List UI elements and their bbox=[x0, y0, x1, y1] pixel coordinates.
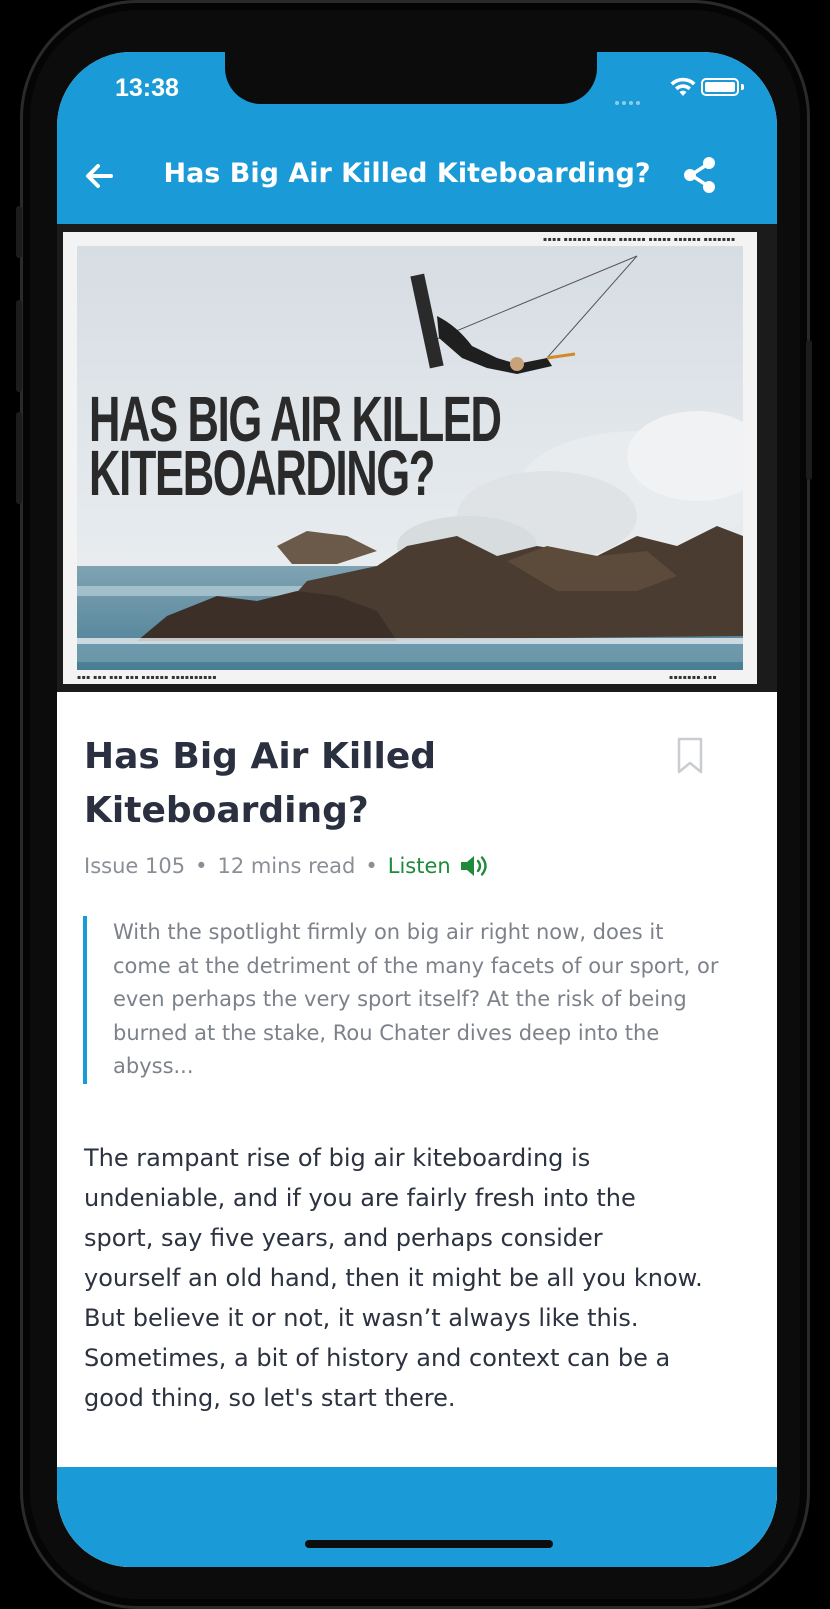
article-standfirst-quote: With the spotlight firmly on big air rig… bbox=[83, 916, 723, 1084]
article-title: Has Big Air Killed Kiteboarding? bbox=[84, 736, 437, 831]
hero-headline: HAS BIG AIR KILLED KITEBOARDING? bbox=[89, 383, 502, 509]
listen-button[interactable]: Listen bbox=[388, 854, 491, 878]
home-indicator[interactable] bbox=[305, 1540, 553, 1548]
bottom-bar bbox=[57, 1467, 777, 1567]
battery-icon bbox=[701, 78, 739, 96]
app-bar-title: Has Big Air Killed Kiteboarding? bbox=[163, 158, 651, 189]
article-card: Has Big Air Killed Kiteboarding? Issue 1… bbox=[57, 692, 777, 1469]
silent-switch bbox=[16, 206, 22, 258]
magazine-footer-right: ▪▪▪▪▪▪▪.▪▪▪ bbox=[669, 674, 718, 681]
read-time: 12 mins read bbox=[217, 854, 356, 878]
battery-cap bbox=[741, 84, 744, 90]
volume-down-button bbox=[16, 412, 22, 504]
speaker-icon bbox=[460, 856, 487, 876]
bookmark-icon[interactable] bbox=[673, 736, 707, 776]
issue-number: Issue 105 bbox=[84, 854, 186, 878]
magazine-page: ▪▪▪▪ ▪▪▪ ▪▪▪ ▪▪▪ ▪▪ ▪▪ ▪▪▪▪ ▪▪ ▪▪▪ ▪▪ ▪▪▪▪ ▪▪… bbox=[63, 232, 757, 684]
arrow-left-icon[interactable] bbox=[77, 154, 121, 198]
meta-separator: • bbox=[365, 854, 378, 878]
power-button bbox=[806, 340, 812, 480]
magazine-footer-left: ▪▪▪ ▪▪▪ ▪▪▪ ▪▪▪ ▪▪▪▪▪▪ ▪▪▪▪▪▪▪▪▪▪ bbox=[77, 674, 217, 681]
notch bbox=[225, 52, 597, 104]
article-meta: Issue 105 • 12 mins read • Listen bbox=[84, 854, 491, 878]
listen-label: Listen bbox=[387, 854, 451, 878]
app-bar: Has Big Air Killed Kiteboarding? bbox=[57, 128, 777, 224]
screen: 13:38 Has Big Air Killed Kiteboarding? ▪… bbox=[57, 52, 777, 1567]
status-time: 13:38 bbox=[115, 74, 179, 102]
volume-up-button bbox=[16, 300, 22, 392]
hero-image: ▪▪▪▪ ▪▪▪ ▪▪▪ ▪▪▪ ▪▪ ▪▪ ▪▪▪▪ ▪▪ ▪▪▪ ▪▪ ▪▪▪▪ ▪▪… bbox=[57, 224, 777, 692]
magazine-credit-top-right: ▪▪▪▪ ▪▪▪▪▪▪ ▪▪▪▪▪ ▪▪▪▪▪▪ ▪▪▪▪▪ ▪▪▪▪▪▪ ▪▪… bbox=[543, 236, 736, 243]
meta-separator: • bbox=[195, 854, 208, 878]
wifi-icon bbox=[670, 77, 696, 96]
article-body-paragraph: The rampant rise of big air kiteboarding… bbox=[84, 1144, 703, 1412]
signal-dots-icon bbox=[615, 90, 643, 109]
article-scroll-view[interactable]: ▪▪▪▪ ▪▪▪ ▪▪▪ ▪▪▪ ▪▪ ▪▪ ▪▪▪▪ ▪▪ ▪▪▪ ▪▪ ▪▪▪▪ ▪▪… bbox=[57, 224, 777, 1567]
share-icon[interactable] bbox=[677, 152, 723, 198]
